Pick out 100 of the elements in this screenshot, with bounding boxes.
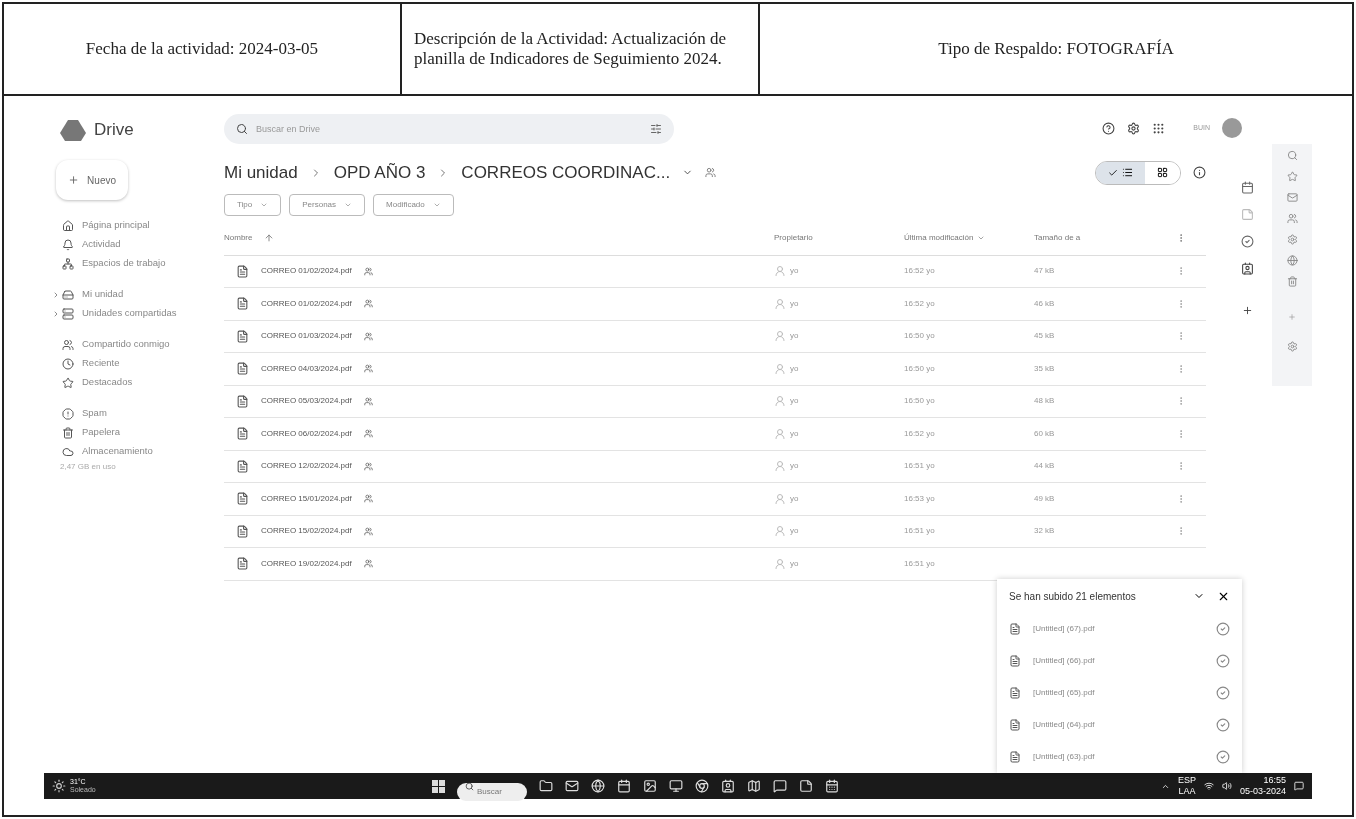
calendar-icon[interactable] (1240, 181, 1254, 194)
weather-icon (52, 779, 66, 793)
taskbar-app-icon[interactable] (565, 779, 579, 793)
file-name[interactable]: CORREO 12/02/2024.pdf (261, 460, 352, 473)
breadcrumb-item[interactable]: OPD AÑO 3 (333, 160, 426, 186)
sort-arrow-icon[interactable] (264, 233, 275, 243)
filter-chip[interactable]: Personas (289, 193, 366, 216)
modified-text: 16:52 yo (904, 265, 936, 278)
taskbar-app-icon[interactable] (747, 779, 761, 793)
file-name[interactable]: CORREO 01/02/2024.pdf (261, 297, 352, 310)
wifi-icon[interactable] (1203, 781, 1214, 791)
column-header[interactable]: Propietario (774, 232, 904, 244)
taskbar-app-icon[interactable] (799, 779, 813, 793)
file-name[interactable]: CORREO 15/02/2024.pdf (261, 525, 352, 538)
notification-icon[interactable] (1294, 781, 1304, 791)
contact-icon[interactable] (1240, 262, 1254, 275)
taskbar-app-icon[interactable] (617, 779, 631, 793)
view-icon (1157, 167, 1168, 179)
plus-icon (68, 173, 80, 187)
taskbar-app-icon[interactable] (721, 779, 735, 793)
date-text[interactable]: 05-03-2024 (1239, 786, 1286, 797)
avatar-icon (774, 265, 786, 278)
size-text: 32 kB (1034, 525, 1056, 538)
nav-item[interactable]: Espacios de trabajo (62, 256, 166, 271)
windows-logo-icon[interactable] (432, 779, 445, 793)
filter-icon[interactable] (650, 123, 662, 135)
file-name[interactable]: CORREO 06/02/2024.pdf (261, 427, 352, 440)
nav-item[interactable]: Compartido conmigo (62, 337, 170, 352)
size-text: 48 kB (1034, 395, 1056, 408)
tasks-icon[interactable] (1240, 235, 1254, 248)
file-name[interactable]: CORREO 01/02/2024.pdf (261, 265, 352, 278)
avatar-icon (774, 362, 786, 375)
volume-icon[interactable] (1221, 781, 1232, 791)
time-text[interactable]: 16:55 (1263, 775, 1286, 786)
upload-item[interactable]: [Untitled] (65).pdf (1033, 687, 1204, 699)
nav-item[interactable]: Página principal (62, 218, 150, 233)
modified-text: 16:51 yo (904, 525, 936, 538)
nav-item[interactable]: Mi unidad (62, 287, 124, 302)
size-text: 45 kB (1034, 330, 1056, 343)
upload-item[interactable]: [Untitled] (67).pdf (1033, 623, 1204, 635)
column-header[interactable]: Tamaño de a (1034, 232, 1176, 244)
taskbar-app-icon[interactable] (695, 779, 709, 793)
taskbar-app-icon[interactable] (773, 779, 787, 793)
new-button[interactable]: Nuevo (56, 160, 128, 200)
nav-item[interactable]: Spam (62, 406, 107, 421)
taskbar-app-icon[interactable] (643, 779, 657, 793)
taskbar-search[interactable]: Buscar (457, 782, 527, 801)
modified-text: 16:53 yo (904, 492, 936, 505)
taskbar-app-icon[interactable] (669, 779, 683, 793)
modified-text: 16:51 yo (904, 557, 936, 570)
file-name[interactable]: CORREO 01/03/2024.pdf (261, 330, 352, 343)
taskbar-app-icon[interactable] (825, 779, 839, 793)
modified-text: 16:51 yo (904, 460, 936, 473)
sidebar-app-icon[interactable] (1286, 213, 1298, 224)
file-name[interactable]: CORREO 05/03/2024.pdf (261, 395, 352, 408)
avatar-icon (774, 427, 786, 440)
shared-icon (363, 494, 373, 504)
nav-item[interactable]: Destacados (62, 375, 133, 390)
nav-item[interactable]: Unidades compartidas (62, 306, 177, 321)
help-icon[interactable] (1102, 121, 1116, 135)
breadcrumb-item[interactable]: Mi unidad (224, 160, 298, 186)
layout-text[interactable]: LAA (1178, 786, 1196, 797)
nav-item[interactable]: Almacenamiento (62, 444, 153, 459)
sidebar-app-icon[interactable] (1286, 192, 1298, 203)
plus-icon[interactable] (1241, 305, 1253, 316)
size-text: 35 kB (1034, 362, 1056, 375)
breadcrumb-item[interactable]: CORREOS COORDINAC... (461, 160, 671, 186)
nav-icon (62, 238, 74, 251)
sidebar-app-icon[interactable] (1286, 150, 1298, 161)
apps-grid-icon[interactable] (1152, 121, 1166, 135)
file-name[interactable]: CORREO 15/01/2024.pdf (261, 492, 352, 505)
column-header[interactable]: Última modificación (904, 232, 974, 244)
file-name[interactable]: CORREO 04/03/2024.pdf (261, 362, 352, 375)
column-header[interactable]: Nombre (224, 232, 253, 244)
check-icon (1216, 718, 1230, 732)
nav-item[interactable]: Reciente (62, 356, 120, 371)
view-option[interactable] (1096, 161, 1145, 184)
sidebar-app-icon[interactable] (1286, 276, 1298, 287)
upload-item[interactable]: [Untitled] (64).pdf (1033, 719, 1204, 731)
file-icon (1009, 751, 1021, 763)
language-text[interactable]: ESP (1177, 775, 1196, 786)
filter-chip[interactable]: Tipo (224, 193, 282, 216)
sidebar-app-icon[interactable] (1286, 255, 1298, 266)
nav-item[interactable]: Actividad (62, 237, 121, 252)
settings-icon[interactable] (1127, 121, 1141, 135)
file-icon (1009, 623, 1021, 635)
owner-text: yo (790, 427, 799, 440)
search-field[interactable]: Buscar en Drive (224, 114, 674, 144)
taskbar-app-icon[interactable] (539, 779, 553, 793)
nav-item[interactable]: Papelera (62, 425, 121, 440)
taskbar-app-icon[interactable] (591, 779, 605, 793)
owner-text: yo (790, 525, 799, 538)
filter-chip[interactable]: Modificado (373, 193, 454, 216)
file-name[interactable]: CORREO 19/02/2024.pdf (261, 557, 352, 570)
info-icon[interactable] (1193, 166, 1206, 180)
upload-item[interactable]: [Untitled] (66).pdf (1033, 655, 1204, 667)
nav-icon (62, 219, 74, 232)
file-icon (236, 362, 249, 376)
upload-item[interactable]: [Untitled] (63).pdf (1033, 751, 1204, 763)
shared-icon (363, 299, 373, 309)
